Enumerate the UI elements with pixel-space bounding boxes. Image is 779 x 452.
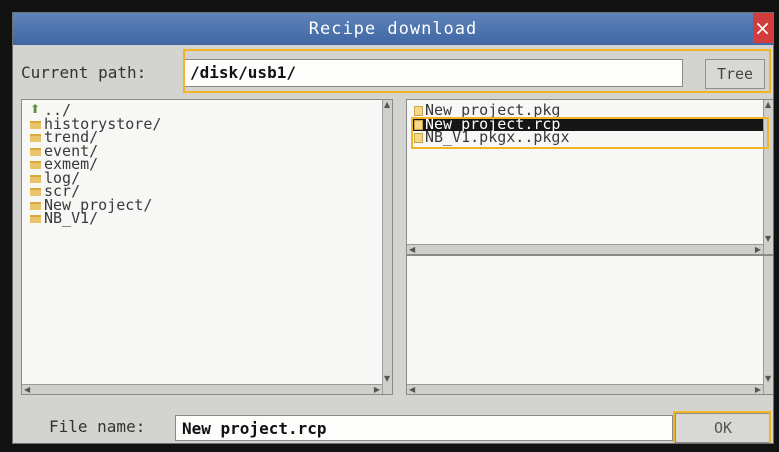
- current-path-label: Current path:: [21, 63, 147, 82]
- preview-pane: ▼ ◀ ▶: [406, 255, 773, 395]
- folder-icon: [30, 188, 41, 196]
- recipe-download-dialog: Recipe download × Current path: /disk/us…: [12, 12, 774, 444]
- title-bar: Recipe download ×: [13, 13, 773, 45]
- file-name-label: File name:: [49, 417, 146, 436]
- folder-vertical-scrollbar[interactable]: ▲ ▼: [382, 100, 392, 394]
- folder-icon: [30, 161, 41, 169]
- folder-item[interactable]: NB_V1/: [30, 211, 161, 226]
- scroll-left-icon[interactable]: ◀: [409, 385, 415, 395]
- folder-icon: [30, 120, 41, 129]
- scroll-right-icon[interactable]: ▶: [755, 385, 761, 395]
- file-highlight-box: [411, 117, 769, 149]
- scroll-down-icon[interactable]: ▼: [384, 374, 390, 384]
- file-name-row: File name: New project.rcp OK: [13, 411, 773, 443]
- scroll-right-icon[interactable]: ▶: [374, 385, 380, 395]
- close-icon: ×: [754, 16, 772, 40]
- scroll-left-icon[interactable]: ◀: [24, 385, 30, 395]
- folder-icon: [30, 215, 41, 223]
- folder-list-pane[interactable]: ⬆ ../ historystore/ trend/ event/ exmem/ …: [21, 99, 393, 395]
- scroll-down-icon[interactable]: ▼: [765, 374, 771, 384]
- scroll-left-icon[interactable]: ◀: [409, 245, 415, 255]
- folder-icon: [30, 201, 41, 210]
- ok-highlight-box: [673, 411, 771, 443]
- preview-vertical-scrollbar[interactable]: ▼: [763, 256, 773, 394]
- folder-list: ⬆ ../ historystore/ trend/ event/ exmem/ …: [30, 102, 161, 226]
- folder-horizontal-scrollbar[interactable]: ◀ ▶: [22, 384, 382, 394]
- preview-horizontal-scrollbar[interactable]: ◀ ▶: [407, 384, 763, 394]
- folder-icon: [30, 174, 41, 183]
- up-folder-icon: ⬆: [30, 102, 41, 116]
- scroll-up-icon[interactable]: ▲: [384, 100, 390, 110]
- scroll-down-icon[interactable]: ▼: [765, 234, 771, 244]
- file-name-field[interactable]: New project.rcp: [175, 415, 673, 441]
- path-highlight-box: [183, 49, 771, 93]
- file-icon: [414, 106, 423, 116]
- folder-icon: [30, 147, 41, 156]
- close-button[interactable]: ×: [753, 13, 773, 43]
- folder-icon: [30, 134, 41, 142]
- scroll-up-icon[interactable]: ▲: [765, 100, 771, 110]
- scroll-right-icon[interactable]: ▶: [755, 245, 761, 255]
- file-horizontal-scrollbar[interactable]: ◀ ▶: [407, 244, 763, 254]
- dialog-title: Recipe download: [308, 19, 478, 39]
